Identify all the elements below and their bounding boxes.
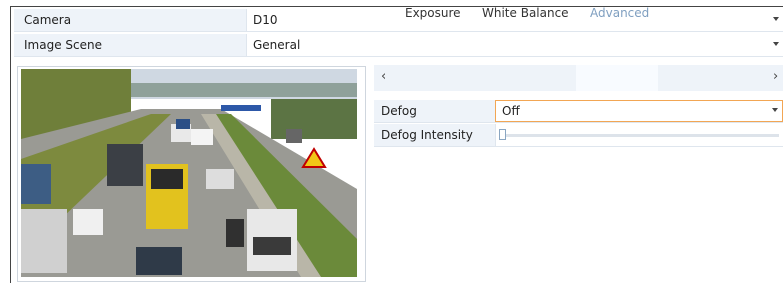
caret-down-icon [773,42,779,46]
image-scene-row: Image Scene General [14,34,783,57]
image-scene-label: Image Scene [24,38,102,52]
caret-down-icon [773,17,779,21]
caret-down-icon [772,108,778,112]
tab-advanced[interactable]: Advanced [590,6,649,20]
defog-row: Defog Off [374,100,783,123]
camera-row: Camera D10 [14,9,783,32]
image-scene-select[interactable]: General [246,34,783,56]
tab-advanced-highlight [576,65,658,91]
defog-intensity-slider[interactable] [495,124,783,146]
defog-select[interactable]: Off [495,100,783,122]
tab-exposure[interactable]: Exposure [405,6,461,20]
defog-intensity-row: Defog Intensity [374,124,783,147]
highway-scene [21,69,357,277]
chevron-left-icon[interactable]: ‹ [381,69,386,84]
defog-label: Defog [381,104,417,118]
defog-intensity-label: Defog Intensity [381,128,473,142]
chevron-right-icon[interactable]: › [773,69,778,84]
slider-track [502,134,779,137]
image-scene-value: General [253,38,301,52]
tab-white-balance[interactable]: White Balance [482,6,569,20]
live-preview [17,66,366,282]
camera-label: Camera [24,13,72,27]
slider-handle[interactable] [499,129,506,140]
camera-value: D10 [253,13,278,27]
camera-preview-image [21,69,357,277]
defog-value: Off [502,104,520,118]
